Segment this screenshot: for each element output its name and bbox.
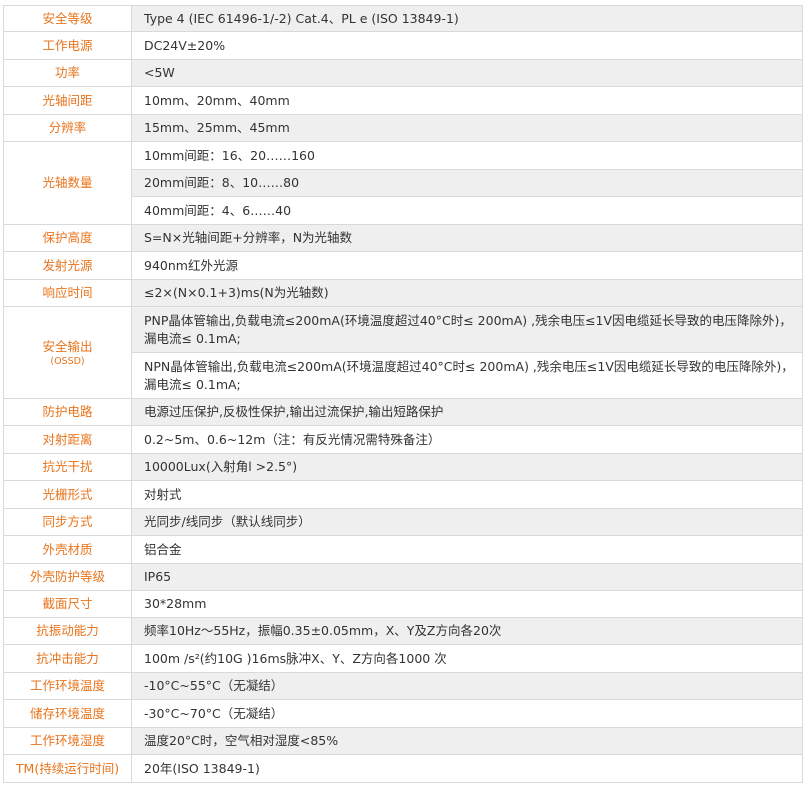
table-row: 防护电路 电源过压保护,反极性保护,输出过流保护,输出短路保护 <box>3 398 803 426</box>
spec-value: 20mm间距：8、10……80 <box>131 169 803 197</box>
spec-label: 光轴间距 <box>3 86 132 115</box>
spec-label: 工作电源 <box>3 31 132 60</box>
spec-label: 发射光源 <box>3 251 132 280</box>
table-row: 抗振动能力 频率10Hz～55Hz，振幅0.35±0.05mm，X、Y及Z方向各… <box>3 617 803 645</box>
spec-value: ≤2×(N×0.1+3)ms(N为光轴数) <box>131 279 803 307</box>
spec-value: DC24V±20% <box>131 31 803 60</box>
table-row: 安全等级 Type 4 (IEC 61496-1/-2) Cat.4、PL e … <box>3 5 803 32</box>
spec-value: 对射式 <box>131 480 803 509</box>
table-row: 工作环境温度 -10°C~55°C（无凝结） <box>3 672 803 700</box>
spec-value: Type 4 (IEC 61496-1/-2) Cat.4、PL e (ISO … <box>131 5 803 32</box>
spec-value: -10°C~55°C（无凝结） <box>131 672 803 700</box>
table-row: 对射距离 0.2~5m、0.6~12m（注：有反光情况需特殊备注） <box>3 425 803 454</box>
table-row: 同步方式 光同步/线同步（默认线同步） <box>3 508 803 536</box>
table-row: 光轴间距 10mm、20mm、40mm <box>3 86 803 115</box>
spec-label-group: 安全输出 (OSSD) <box>3 306 132 399</box>
spec-label: 工作环境湿度 <box>3 727 132 755</box>
table-row: 外壳材质 铝合金 <box>3 535 803 564</box>
table-row: 外壳防护等级 IP65 <box>3 563 803 591</box>
spec-label: 工作环境温度 <box>3 672 132 700</box>
spec-label: 安全输出 <box>42 338 93 354</box>
table-row: 抗光干扰 10000Lux(入射角l >2.5°) <box>3 453 803 481</box>
spec-value: 15mm、25mm、45mm <box>131 114 803 142</box>
spec-value: 温度20°C时，空气相对湿度<85% <box>131 727 803 755</box>
table-row: 分辨率 15mm、25mm、45mm <box>3 114 803 142</box>
spec-value: 铝合金 <box>131 535 803 564</box>
table-row: 功率 <5W <box>3 59 803 87</box>
spec-value: NPN晶体管输出,负载电流≤200mA(环境温度超过40°C时≤ 200mA) … <box>131 352 803 399</box>
spec-value: 光同步/线同步（默认线同步） <box>131 508 803 536</box>
spec-label: 防护电路 <box>3 398 132 426</box>
spec-value: <5W <box>131 59 803 87</box>
table-row: 截面尺寸 30*28mm <box>3 590 803 618</box>
spec-label: 外壳防护等级 <box>3 563 132 591</box>
spec-label: 抗光干扰 <box>3 453 132 481</box>
spec-value: 电源过压保护,反极性保护,输出过流保护,输出短路保护 <box>131 398 803 426</box>
spec-label: 同步方式 <box>3 508 132 536</box>
spec-label: 保护高度 <box>3 224 132 252</box>
spec-value: S=N×光轴间距+分辨率，N为光轴数 <box>131 224 803 252</box>
spec-value: 100m /s²(约10G )16ms脉冲X、Y、Z方向各1000 次 <box>131 644 803 673</box>
table-row: 工作电源 DC24V±20% <box>3 31 803 60</box>
spec-value: 0.2~5m、0.6~12m（注：有反光情况需特殊备注） <box>131 425 803 454</box>
table-row: 发射光源 940nm红外光源 <box>3 251 803 280</box>
spec-value: 频率10Hz～55Hz，振幅0.35±0.05mm，X、Y及Z方向各20次 <box>131 617 803 645</box>
spec-label: 对射距离 <box>3 425 132 454</box>
spec-value: PNP晶体管输出,负载电流≤200mA(环境温度超过40°C时≤ 200mA) … <box>131 306 803 353</box>
spec-value: 10mm间距：16、20……160 <box>131 141 803 170</box>
table-row: 储存环境温度 -30°C~70°C（无凝结） <box>3 699 803 728</box>
spec-label: 响应时间 <box>3 279 132 307</box>
spec-value: 10mm、20mm、40mm <box>131 86 803 115</box>
spec-value: -30°C~70°C（无凝结） <box>131 699 803 728</box>
spec-value: 940nm红外光源 <box>131 251 803 280</box>
spec-label: 抗冲击能力 <box>3 644 132 673</box>
spec-label: TM(持续运行时间) <box>3 754 132 783</box>
spec-label: 抗振动能力 <box>3 617 132 645</box>
spec-label: 安全等级 <box>3 5 132 32</box>
table-row: 光轴数量 10mm间距：16、20……160 <box>3 141 803 225</box>
table-row: 保护高度 S=N×光轴间距+分辨率，N为光轴数 <box>3 224 803 252</box>
spec-label: 功率 <box>3 59 132 87</box>
spec-label: 光轴数量 <box>3 141 132 225</box>
spec-label: 外壳材质 <box>3 535 132 564</box>
spec-sublabel: (OSSD) <box>50 355 85 367</box>
spec-table: 安全等级 Type 4 (IEC 61496-1/-2) Cat.4、PL e … <box>3 5 803 783</box>
spec-value: 30*28mm <box>131 590 803 618</box>
table-row: 工作环境湿度 温度20°C时，空气相对湿度<85% <box>3 727 803 755</box>
spec-label: 储存环境温度 <box>3 699 132 728</box>
spec-value: 20年(ISO 13849-1) <box>131 754 803 783</box>
spec-value: 40mm间距：4、6……40 <box>131 196 803 225</box>
spec-label: 光栅形式 <box>3 480 132 509</box>
spec-value: 10000Lux(入射角l >2.5°) <box>131 453 803 481</box>
table-row: TM(持续运行时间) 20年(ISO 13849-1) <box>3 754 803 783</box>
spec-value: IP65 <box>131 563 803 591</box>
table-row: 安全输出 (OSSD) PNP晶体管输出,负载电流≤200mA(环境温度超过40… <box>3 306 803 399</box>
table-row: 抗冲击能力 100m /s²(约10G )16ms脉冲X、Y、Z方向各1000 … <box>3 644 803 673</box>
table-row: 光栅形式 对射式 <box>3 480 803 509</box>
spec-label: 截面尺寸 <box>3 590 132 618</box>
spec-label: 分辨率 <box>3 114 132 142</box>
table-row: 响应时间 ≤2×(N×0.1+3)ms(N为光轴数) <box>3 279 803 307</box>
